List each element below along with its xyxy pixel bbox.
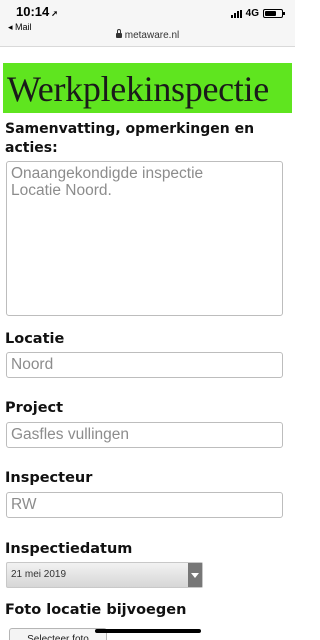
lock-icon <box>115 29 122 38</box>
date-select[interactable]: 21 mei 2019 <box>6 562 203 588</box>
select-photo-button[interactable]: Selecteer foto <box>9 628 107 640</box>
summary-label: Samenvatting, opmerkingen en acties: <box>5 121 255 156</box>
url-text: metaware.nl <box>124 30 180 41</box>
status-time: 10:14 ➚ <box>16 4 58 19</box>
date-label: Inspectiedatum <box>5 541 133 557</box>
photo-label: Foto locatie bijvoegen <box>5 602 187 618</box>
page-header: Werkplekinspectie <box>3 63 292 113</box>
inspector-label: Inspecteur <box>5 470 93 486</box>
battery-icon <box>263 9 285 18</box>
status-bar: 10:14 ➚ ◂ Mail metaware.nl 4G <box>0 0 295 47</box>
network-type: 4G <box>245 8 259 19</box>
signal-icon <box>230 9 242 18</box>
summary-textarea[interactable]: Onaangekondigde inspectie Locatie Noord. <box>6 161 283 316</box>
location-label: Locatie <box>5 331 65 347</box>
inspector-input[interactable]: RW <box>6 492 283 518</box>
location-arrow-icon: ➚ <box>51 9 58 18</box>
device-status: 4G <box>230 8 285 19</box>
page-title: Werkplekinspectie <box>7 69 269 109</box>
project-input[interactable]: Gasfles vullingen <box>6 422 283 448</box>
date-value: 21 mei 2019 <box>11 569 67 580</box>
home-indicator[interactable] <box>95 629 201 633</box>
chevron-down-icon <box>188 563 202 587</box>
address-bar[interactable]: metaware.nl <box>0 29 295 41</box>
location-input[interactable]: Noord <box>6 352 283 378</box>
project-label: Project <box>5 400 64 416</box>
